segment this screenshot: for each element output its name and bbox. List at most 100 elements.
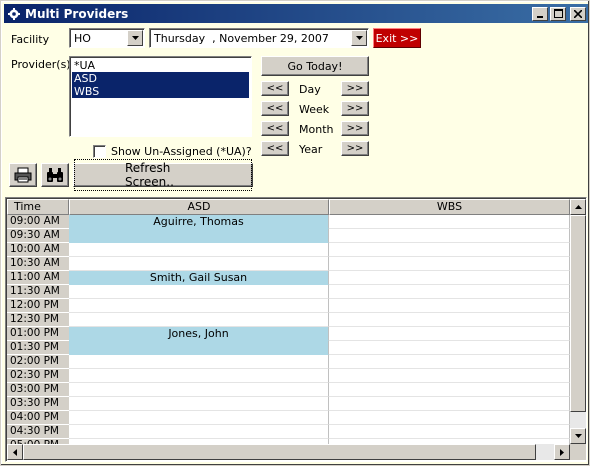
arrow-left-icon: [13, 448, 17, 456]
slot-cell[interactable]: [69, 397, 329, 411]
appointment-cell[interactable]: Smith, Gail Susan: [69, 271, 329, 285]
time-slot-label: 02:00 PM: [7, 355, 69, 369]
scroll-right-button[interactable]: [554, 444, 570, 460]
slot-cell[interactable]: [69, 425, 329, 439]
next-year-button[interactable]: >>: [341, 141, 369, 156]
date-picker[interactable]: Thursday , November 29, 2007: [149, 28, 369, 48]
time-slot-label: 01:30 PM: [7, 341, 69, 355]
maximize-button[interactable]: [550, 6, 566, 21]
appointment-cell[interactable]: Jones, John: [69, 327, 329, 341]
time-slot-label: 11:00 AM: [7, 271, 69, 285]
column-header-wbs[interactable]: WBS: [329, 199, 570, 215]
print-button[interactable]: [9, 163, 37, 187]
time-slot-label: 09:30 AM: [7, 229, 69, 243]
column-header-asd[interactable]: ASD: [69, 199, 329, 215]
slot-cell[interactable]: [69, 355, 329, 369]
slot-cell[interactable]: [329, 299, 570, 313]
show-unassigned-checkbox[interactable]: [93, 145, 106, 158]
slot-cell[interactable]: [69, 383, 329, 397]
appointment-cell[interactable]: [69, 341, 329, 355]
slot-cell[interactable]: [329, 313, 570, 327]
chevron-down-icon[interactable]: [351, 30, 367, 46]
grid-header: Time ASD WBS: [7, 199, 570, 215]
appointment-cell[interactable]: Aguirre, Thomas: [69, 215, 329, 229]
title-bar[interactable]: Multi Providers: [4, 4, 588, 23]
slot-cell[interactable]: [329, 397, 570, 411]
chevron-down-icon[interactable]: [127, 30, 143, 46]
slot-cell[interactable]: [329, 411, 570, 425]
slot-cell[interactable]: [69, 257, 329, 271]
appointment-cell[interactable]: [69, 229, 329, 243]
find-button[interactable]: [41, 163, 69, 187]
time-slot-label: 04:30 PM: [7, 425, 69, 439]
facility-dropdown[interactable]: HO: [69, 28, 145, 48]
slot-cell[interactable]: [329, 285, 570, 299]
minimize-button[interactable]: [532, 6, 548, 21]
scroll-up-button[interactable]: [570, 199, 586, 215]
window-title: Multi Providers: [25, 6, 129, 21]
horizontal-scrollbar[interactable]: [7, 444, 570, 460]
prev-week-button[interactable]: <<: [261, 101, 289, 116]
time-column: 09:00 AM 09:30 AM 10:00 AM 10:30 AM 11:00 AM…: [7, 215, 69, 453]
time-slot-label: 03:00 PM: [7, 383, 69, 397]
scroll-down-button[interactable]: [570, 428, 586, 444]
binoculars-icon: [47, 168, 63, 182]
time-slot-label: 10:30 AM: [7, 257, 69, 271]
refresh-screen-button[interactable]: Refresh Screen..: [73, 159, 253, 191]
refresh-label: Refresh Screen..: [74, 159, 252, 191]
time-slot-label: 11:30 AM: [7, 285, 69, 299]
slot-cell[interactable]: [329, 383, 570, 397]
providers-listbox[interactable]: *UA ASD WBS: [69, 56, 252, 137]
go-today-button[interactable]: Go Today!: [261, 56, 369, 76]
slot-cell[interactable]: [329, 425, 570, 439]
provider-item-ua[interactable]: *UA: [72, 59, 249, 72]
vertical-scrollbar[interactable]: [570, 199, 586, 444]
slot-cell[interactable]: [69, 299, 329, 313]
close-button[interactable]: [570, 6, 586, 21]
next-day-button[interactable]: >>: [341, 81, 369, 96]
providers-label: Provider(s): [11, 58, 71, 71]
slot-cell[interactable]: [69, 369, 329, 383]
slot-cell[interactable]: [69, 285, 329, 299]
time-slot-label: 01:00 PM: [7, 327, 69, 341]
provider-item-asd[interactable]: ASD: [72, 72, 249, 85]
day-label: Day: [299, 83, 321, 96]
time-slot-label: 12:00 PM: [7, 299, 69, 313]
slot-cell[interactable]: [329, 327, 570, 341]
facility-value: HO: [74, 31, 91, 45]
slot-cell[interactable]: [329, 271, 570, 285]
slot-cell[interactable]: [329, 257, 570, 271]
schedule-grid[interactable]: Time ASD WBS 09:00 AM 09:30 AM 10:00 AM 10:…: [5, 197, 587, 462]
exit-button[interactable]: Exit >>: [373, 28, 421, 48]
slot-cell[interactable]: [69, 411, 329, 425]
slot-cell[interactable]: [69, 313, 329, 327]
time-slot-label: 12:30 PM: [7, 313, 69, 327]
wbs-column: [329, 215, 570, 453]
slot-cell[interactable]: [329, 243, 570, 257]
time-slot-label: 02:30 PM: [7, 369, 69, 383]
horizontal-scroll-thumb[interactable]: [23, 444, 536, 460]
slot-cell[interactable]: [329, 215, 570, 229]
prev-day-button[interactable]: <<: [261, 81, 289, 96]
slot-cell[interactable]: [329, 229, 570, 243]
arrow-down-icon: [574, 434, 582, 438]
time-slot-label: 03:30 PM: [7, 397, 69, 411]
column-header-time[interactable]: Time: [7, 199, 69, 215]
minimize-icon: [537, 15, 543, 18]
vertical-scroll-thumb[interactable]: [570, 215, 586, 412]
prev-year-button[interactable]: <<: [261, 141, 289, 156]
provider-item-wbs[interactable]: WBS: [72, 85, 249, 98]
slot-cell[interactable]: [329, 341, 570, 355]
next-month-button[interactable]: >>: [341, 121, 369, 136]
scroll-left-button[interactable]: [7, 444, 23, 460]
week-label: Week: [299, 103, 330, 116]
month-label: Month: [299, 123, 334, 136]
next-week-button[interactable]: >>: [341, 101, 369, 116]
slot-cell[interactable]: [329, 369, 570, 383]
time-slot-label: 04:00 PM: [7, 411, 69, 425]
slot-cell[interactable]: [329, 355, 570, 369]
scroll-corner: [570, 444, 586, 460]
asd-column: Aguirre, Thomas Smith, Gail Susan Jones, J…: [69, 215, 329, 453]
prev-month-button[interactable]: <<: [261, 121, 289, 136]
slot-cell[interactable]: [69, 243, 329, 257]
